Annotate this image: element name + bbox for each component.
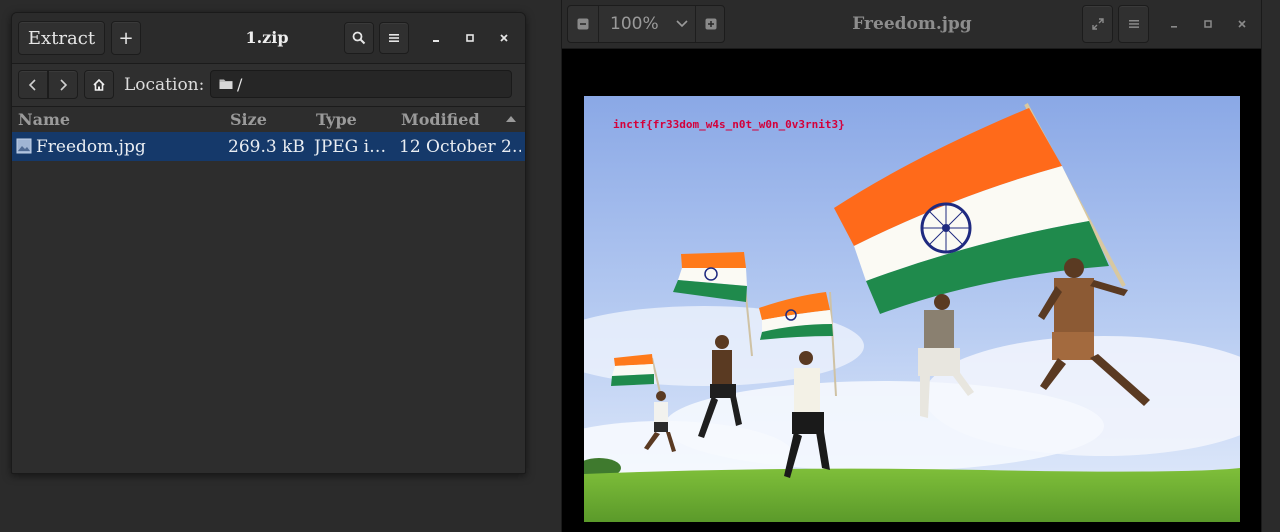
location-path: /	[237, 75, 243, 94]
location-label: Location:	[124, 75, 205, 95]
home-icon	[93, 78, 105, 91]
zoom-in-button[interactable]	[695, 6, 726, 42]
window-title: 1.zip	[245, 28, 289, 47]
maximize-icon	[466, 34, 474, 42]
maximize-button[interactable]	[460, 28, 480, 48]
zoom-out-button[interactable]	[568, 6, 599, 42]
file-modified: 12 October 2…	[399, 137, 521, 157]
forward-button[interactable]	[48, 70, 78, 99]
fullscreen-button[interactable]	[1082, 5, 1113, 43]
viewer-title: Freedom.jpg	[852, 14, 972, 34]
viewer-close-button[interactable]	[1232, 14, 1252, 34]
viewer-minimize-button[interactable]	[1164, 14, 1184, 34]
image-file-icon	[16, 138, 32, 154]
viewer-menu-button[interactable]	[1118, 5, 1149, 43]
archive-manager-window: Extract + 1.zip Location: / Name Size Ty…	[11, 12, 526, 474]
column-modified[interactable]: Modified	[401, 110, 480, 129]
search-button[interactable]	[344, 22, 374, 54]
zoom-level[interactable]: 100%	[610, 14, 659, 34]
close-icon	[500, 34, 508, 42]
viewer-maximize-button[interactable]	[1198, 14, 1218, 34]
chevron-down-icon[interactable]	[676, 20, 688, 28]
file-name: Freedom.jpg	[36, 137, 146, 157]
file-size: 269.3 kB	[228, 137, 305, 157]
fullscreen-icon	[1091, 18, 1104, 30]
column-type[interactable]: Type	[316, 110, 357, 129]
column-name[interactable]: Name	[18, 110, 70, 129]
zoom-control: 100%	[567, 5, 725, 43]
extract-button[interactable]: Extract	[18, 21, 105, 55]
maximize-icon	[1204, 20, 1212, 28]
add-files-button[interactable]: +	[111, 21, 141, 55]
image-overlay-text: inctf{fr33dom_w4s_n0t_w0n_0v3rnit3}	[613, 118, 845, 131]
sort-ascending-icon	[506, 116, 516, 122]
minimize-button[interactable]	[426, 28, 446, 48]
folder-icon	[219, 79, 233, 89]
file-type: JPEG i…	[314, 137, 387, 157]
menu-button[interactable]	[379, 22, 409, 54]
file-row[interactable]: Freedom.jpg 269.3 kB JPEG i… 12 October …	[12, 132, 525, 161]
column-size[interactable]: Size	[230, 110, 267, 129]
minimize-icon	[1171, 26, 1177, 28]
close-icon	[1238, 20, 1246, 28]
close-button[interactable]	[494, 28, 514, 48]
back-button[interactable]	[18, 70, 48, 99]
archive-headerbar: Extract + 1.zip	[12, 13, 525, 64]
location-bar: Location: /	[12, 64, 525, 107]
hamburger-icon	[1128, 20, 1139, 28]
file-list-header: Name Size Type Modified	[12, 107, 525, 131]
minimize-icon	[433, 40, 439, 42]
displayed-image: inctf{fr33dom_w4s_n0t_w0n_0v3rnit3}	[584, 96, 1240, 522]
zoom-out-icon	[577, 18, 589, 30]
freedom-photo	[584, 96, 1240, 522]
chevron-right-icon	[60, 78, 68, 91]
chevron-left-icon	[28, 78, 36, 91]
home-button[interactable]	[84, 70, 114, 99]
viewer-headerbar: 100% Freedom.jpg	[562, 0, 1261, 49]
zoom-in-icon	[705, 18, 717, 30]
location-field[interactable]: /	[210, 70, 512, 98]
image-viewer-window: 100% Freedom.jpg inctf{fr33dom_w4s_n0t_w…	[561, 0, 1262, 532]
search-icon	[352, 31, 366, 45]
hamburger-icon	[389, 34, 399, 42]
